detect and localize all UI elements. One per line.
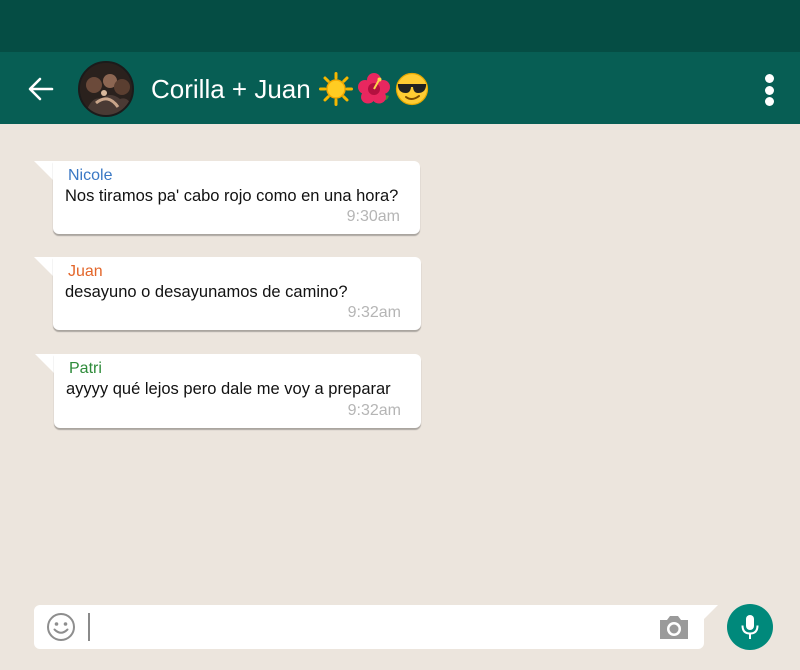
more-vertical-icon (764, 74, 774, 83)
sunglasses-emoji-icon (395, 72, 428, 106)
message-sender: Nicole (68, 167, 113, 184)
chat-title-text: Corilla + Juan (151, 73, 311, 104)
text-caret (88, 613, 90, 641)
message-text: desayuno o desayunamos de camino? (65, 283, 348, 301)
message-bubble[interactable]: Patri ayyyy qué lejos pero dale me voy a… (54, 354, 421, 428)
message-sender: Patri (69, 360, 102, 377)
message-bubble[interactable]: Juan desayuno o desayunamos de camino? 9… (53, 257, 421, 330)
group-avatar[interactable] (78, 61, 134, 117)
arrow-left-icon (28, 77, 54, 101)
message-input[interactable] (86, 611, 646, 643)
status-bar (0, 0, 800, 52)
message-text: Nos tiramos pa' cabo rojo como en una ho… (65, 187, 399, 205)
smiley-icon[interactable] (46, 612, 76, 642)
message-text: ayyyy qué lejos pero dale me voy a prepa… (66, 380, 391, 398)
chat-title[interactable]: Corilla + Juan (151, 72, 429, 106)
microphone-icon (741, 615, 759, 639)
message-time: 9:32am (347, 402, 401, 419)
message-sender: Juan (68, 263, 103, 280)
sun-emoji-icon (318, 72, 353, 106)
message-composer (34, 605, 704, 649)
microphone-button[interactable] (727, 604, 773, 650)
hibiscus-emoji-icon (357, 73, 390, 104)
message-bubble[interactable]: Nicole Nos tiramos pa' cabo rojo como en… (53, 161, 420, 234)
camera-icon[interactable] (658, 613, 690, 641)
message-time: 9:32am (347, 304, 401, 321)
back-button[interactable] (24, 72, 58, 106)
more-options-button[interactable] (756, 72, 782, 108)
message-time: 9:30am (346, 208, 400, 225)
chat-header: Corilla + Juan (0, 52, 800, 124)
